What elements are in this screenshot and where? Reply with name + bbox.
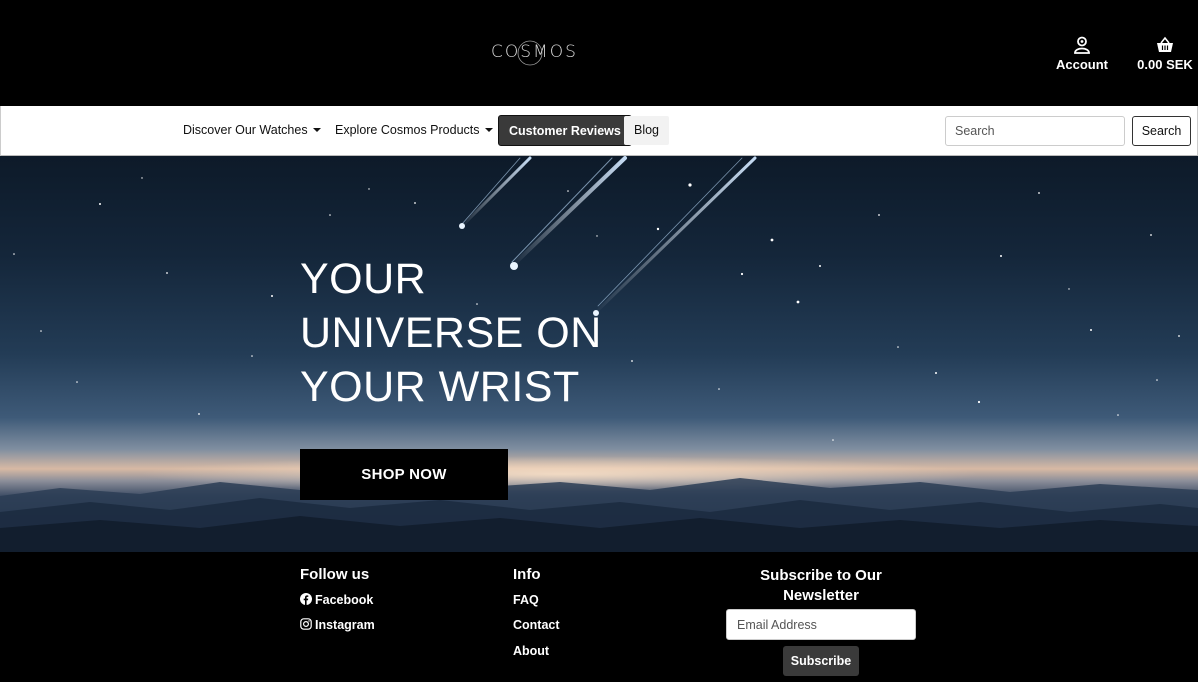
nav-discover-watches-label: Discover Our Watches (183, 123, 308, 137)
account-label: Account (1056, 57, 1108, 72)
about-link[interactable]: About (513, 644, 549, 658)
follow-us-heading: Follow us (300, 566, 370, 583)
basket-icon (1157, 36, 1173, 52)
nav-customer-reviews[interactable]: Customer Reviews (498, 115, 632, 146)
shop-now-button[interactable]: SHOP NOW (300, 449, 508, 500)
facebook-link[interactable]: Facebook (300, 593, 373, 607)
user-icon (1074, 36, 1090, 54)
facebook-icon (300, 593, 312, 605)
cosmos-logo[interactable]: COSMOS (491, 36, 578, 72)
cart-total: 0.00 SEK (1137, 57, 1193, 72)
caret-down-icon (312, 128, 321, 132)
site-header: COSMOS Account 0.00 SEK (0, 0, 1198, 106)
info-heading: Info (513, 566, 541, 583)
newsletter-heading: Subscribe to Our Newsletter (760, 567, 882, 604)
search-button[interactable]: Search (1132, 116, 1191, 146)
logo-text: COSMOS (491, 42, 578, 62)
faq-link[interactable]: FAQ (513, 593, 539, 607)
hero-title: YOUR UNIVERSE ON YOUR WRIST (300, 255, 602, 411)
subscribe-button[interactable]: Subscribe (783, 646, 859, 676)
nav-blog[interactable]: Blog (624, 116, 669, 145)
contact-link[interactable]: Contact (513, 618, 560, 632)
search-input[interactable] (945, 116, 1125, 146)
cart-button[interactable]: 0.00 SEK (1134, 36, 1196, 72)
instagram-label: Instagram (315, 618, 375, 632)
email-field[interactable] (726, 609, 916, 640)
site-footer: Follow us Facebook Instagram Info FAQ Co… (0, 552, 1198, 682)
account-button[interactable]: Account (1052, 36, 1112, 72)
instagram-icon (300, 618, 312, 630)
nav-explore-products[interactable]: Explore Cosmos Products (335, 123, 493, 137)
instagram-link[interactable]: Instagram (300, 618, 375, 632)
nav-explore-products-label: Explore Cosmos Products (335, 123, 480, 137)
hero-banner: YOUR UNIVERSE ON YOUR WRIST SHOP NOW (0, 156, 1198, 552)
nav-discover-watches[interactable]: Discover Our Watches (183, 123, 321, 137)
main-nav: Discover Our Watches Explore Cosmos Prod… (0, 106, 1198, 156)
facebook-label: Facebook (315, 593, 374, 607)
caret-down-icon (484, 128, 493, 132)
